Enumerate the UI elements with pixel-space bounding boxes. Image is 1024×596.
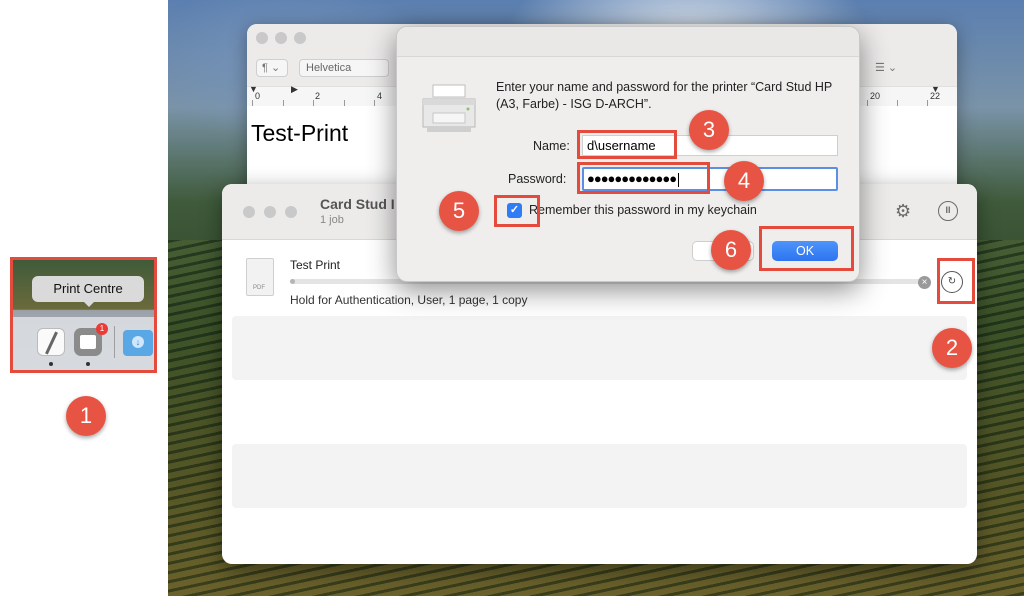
ruler-number: 2 xyxy=(315,91,321,101)
document-thumbnail: PDF xyxy=(246,258,274,296)
tab-stop-icon[interactable]: ▶ xyxy=(291,84,298,95)
list-style-menu[interactable]: ☰ ⌄ xyxy=(875,61,897,74)
job-name: Test Print xyxy=(290,258,341,272)
minimize-button[interactable] xyxy=(264,206,276,218)
paragraph-style-menu[interactable]: ¶ ⌄ xyxy=(256,59,288,77)
empty-row xyxy=(232,316,967,380)
ruler-number: 4 xyxy=(377,91,383,101)
printer-icon xyxy=(419,83,479,135)
annotation-box-name xyxy=(577,130,677,159)
annotation-box-resume xyxy=(937,258,975,304)
annotation-box-dock xyxy=(10,257,157,373)
font-family-menu[interactable]: Helvetica xyxy=(299,59,389,77)
step-badge-3: 3 xyxy=(689,110,729,150)
dialog-message: Enter your name and password for the pri… xyxy=(496,80,833,111)
ruler-number: 20 xyxy=(870,91,881,101)
step-badge-2: 2 xyxy=(932,328,972,368)
annotation-box-ok xyxy=(759,226,854,271)
right-margin-marker[interactable]: ▼ xyxy=(931,84,940,94)
minimize-button[interactable] xyxy=(275,32,287,44)
step-badge-6: 6 xyxy=(711,230,751,270)
step-badge-5: 5 xyxy=(439,191,479,231)
name-label: Name: xyxy=(533,139,570,153)
document-text[interactable]: Test-Print xyxy=(251,120,348,147)
cancel-job-icon[interactable]: × xyxy=(918,276,931,289)
remember-label: Remember this password in my keychain xyxy=(529,203,757,217)
dialog-titlebar xyxy=(397,27,859,57)
queue-job-count: 1 job xyxy=(320,214,344,226)
gear-icon[interactable]: ⚙ xyxy=(895,201,911,222)
password-label: Password: xyxy=(508,172,567,186)
left-margin-marker[interactable]: ▼ xyxy=(249,84,258,94)
annotation-box-password xyxy=(577,162,710,194)
empty-row xyxy=(232,444,967,508)
close-button[interactable] xyxy=(243,206,255,218)
step-badge-1: 1 xyxy=(66,396,106,436)
annotation-box-checkbox xyxy=(494,195,540,227)
step-badge-4: 4 xyxy=(724,161,764,201)
thumbnail-label: PDF xyxy=(253,285,265,291)
zoom-button[interactable] xyxy=(285,206,297,218)
job-status: Hold for Authentication, User, 1 page, 1… xyxy=(290,293,528,307)
close-button[interactable] xyxy=(256,32,268,44)
pause-icon[interactable]: II xyxy=(938,201,958,221)
queue-title: Card Stud I xyxy=(320,196,395,212)
zoom-button[interactable] xyxy=(294,32,306,44)
